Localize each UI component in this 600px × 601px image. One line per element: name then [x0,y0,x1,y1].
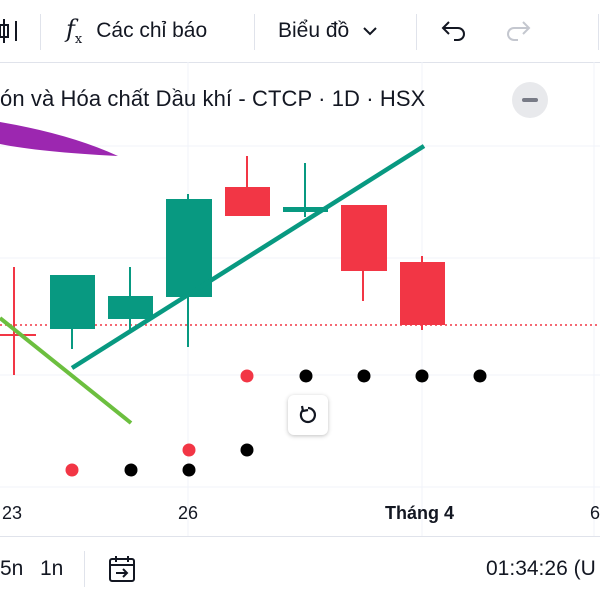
bottom-toolbar: 5n 1n 01:34:26 (U [0,536,600,601]
redo-button[interactable] [504,0,532,62]
candle [166,194,212,347]
indicators-label: Các chỉ báo [96,19,208,42]
clock-timezone[interactable]: 01:34:26 (U [486,537,596,601]
toolbar-divider [40,14,41,50]
x-axis-label: 23 [2,503,23,523]
bottom-divider [84,551,85,587]
symbol-legend[interactable]: ón và Hóa chất Dầu khí - CTCP · 1D · HSX [0,86,425,112]
collapse-legend-button[interactable] [512,82,548,118]
fx-icon: fx [66,15,83,47]
toolbar-divider [416,14,417,50]
purple-drawing[interactable] [0,122,118,156]
candle [225,156,270,216]
candle [50,275,95,349]
indicators-button[interactable]: fx Các chỉ báo [66,0,207,62]
x-axis-label: 6 [590,503,600,523]
undo-button[interactable] [440,0,468,62]
x-axis-label: 26 [178,503,199,523]
toolbar-divider [254,14,255,50]
reset-chart-button[interactable] [288,395,328,435]
redo-icon [504,19,532,43]
toolbar-divider [598,14,599,50]
x-axis-label: Tháng 4 [385,503,455,523]
chevron-down-icon [363,26,377,36]
undo-icon [440,19,468,43]
trendline-green[interactable] [0,316,133,425]
calendar-arrow-icon [106,553,138,585]
price-chart[interactable] [0,62,600,536]
chart-type-label: Biểu đồ [278,19,350,42]
chart-type-button[interactable]: Biểu đồ [278,0,377,62]
candle [400,256,445,330]
rotate-icon [297,404,319,426]
range-1m-button[interactable]: 1n [40,537,63,601]
range-5d-button[interactable]: 5n [0,537,23,601]
date-range-button[interactable] [106,537,138,601]
minus-icon [522,98,538,102]
top-toolbar: fx Các chỉ báo Biểu đồ [0,0,600,62]
candles-icon[interactable] [0,0,24,62]
candle [341,205,387,301]
